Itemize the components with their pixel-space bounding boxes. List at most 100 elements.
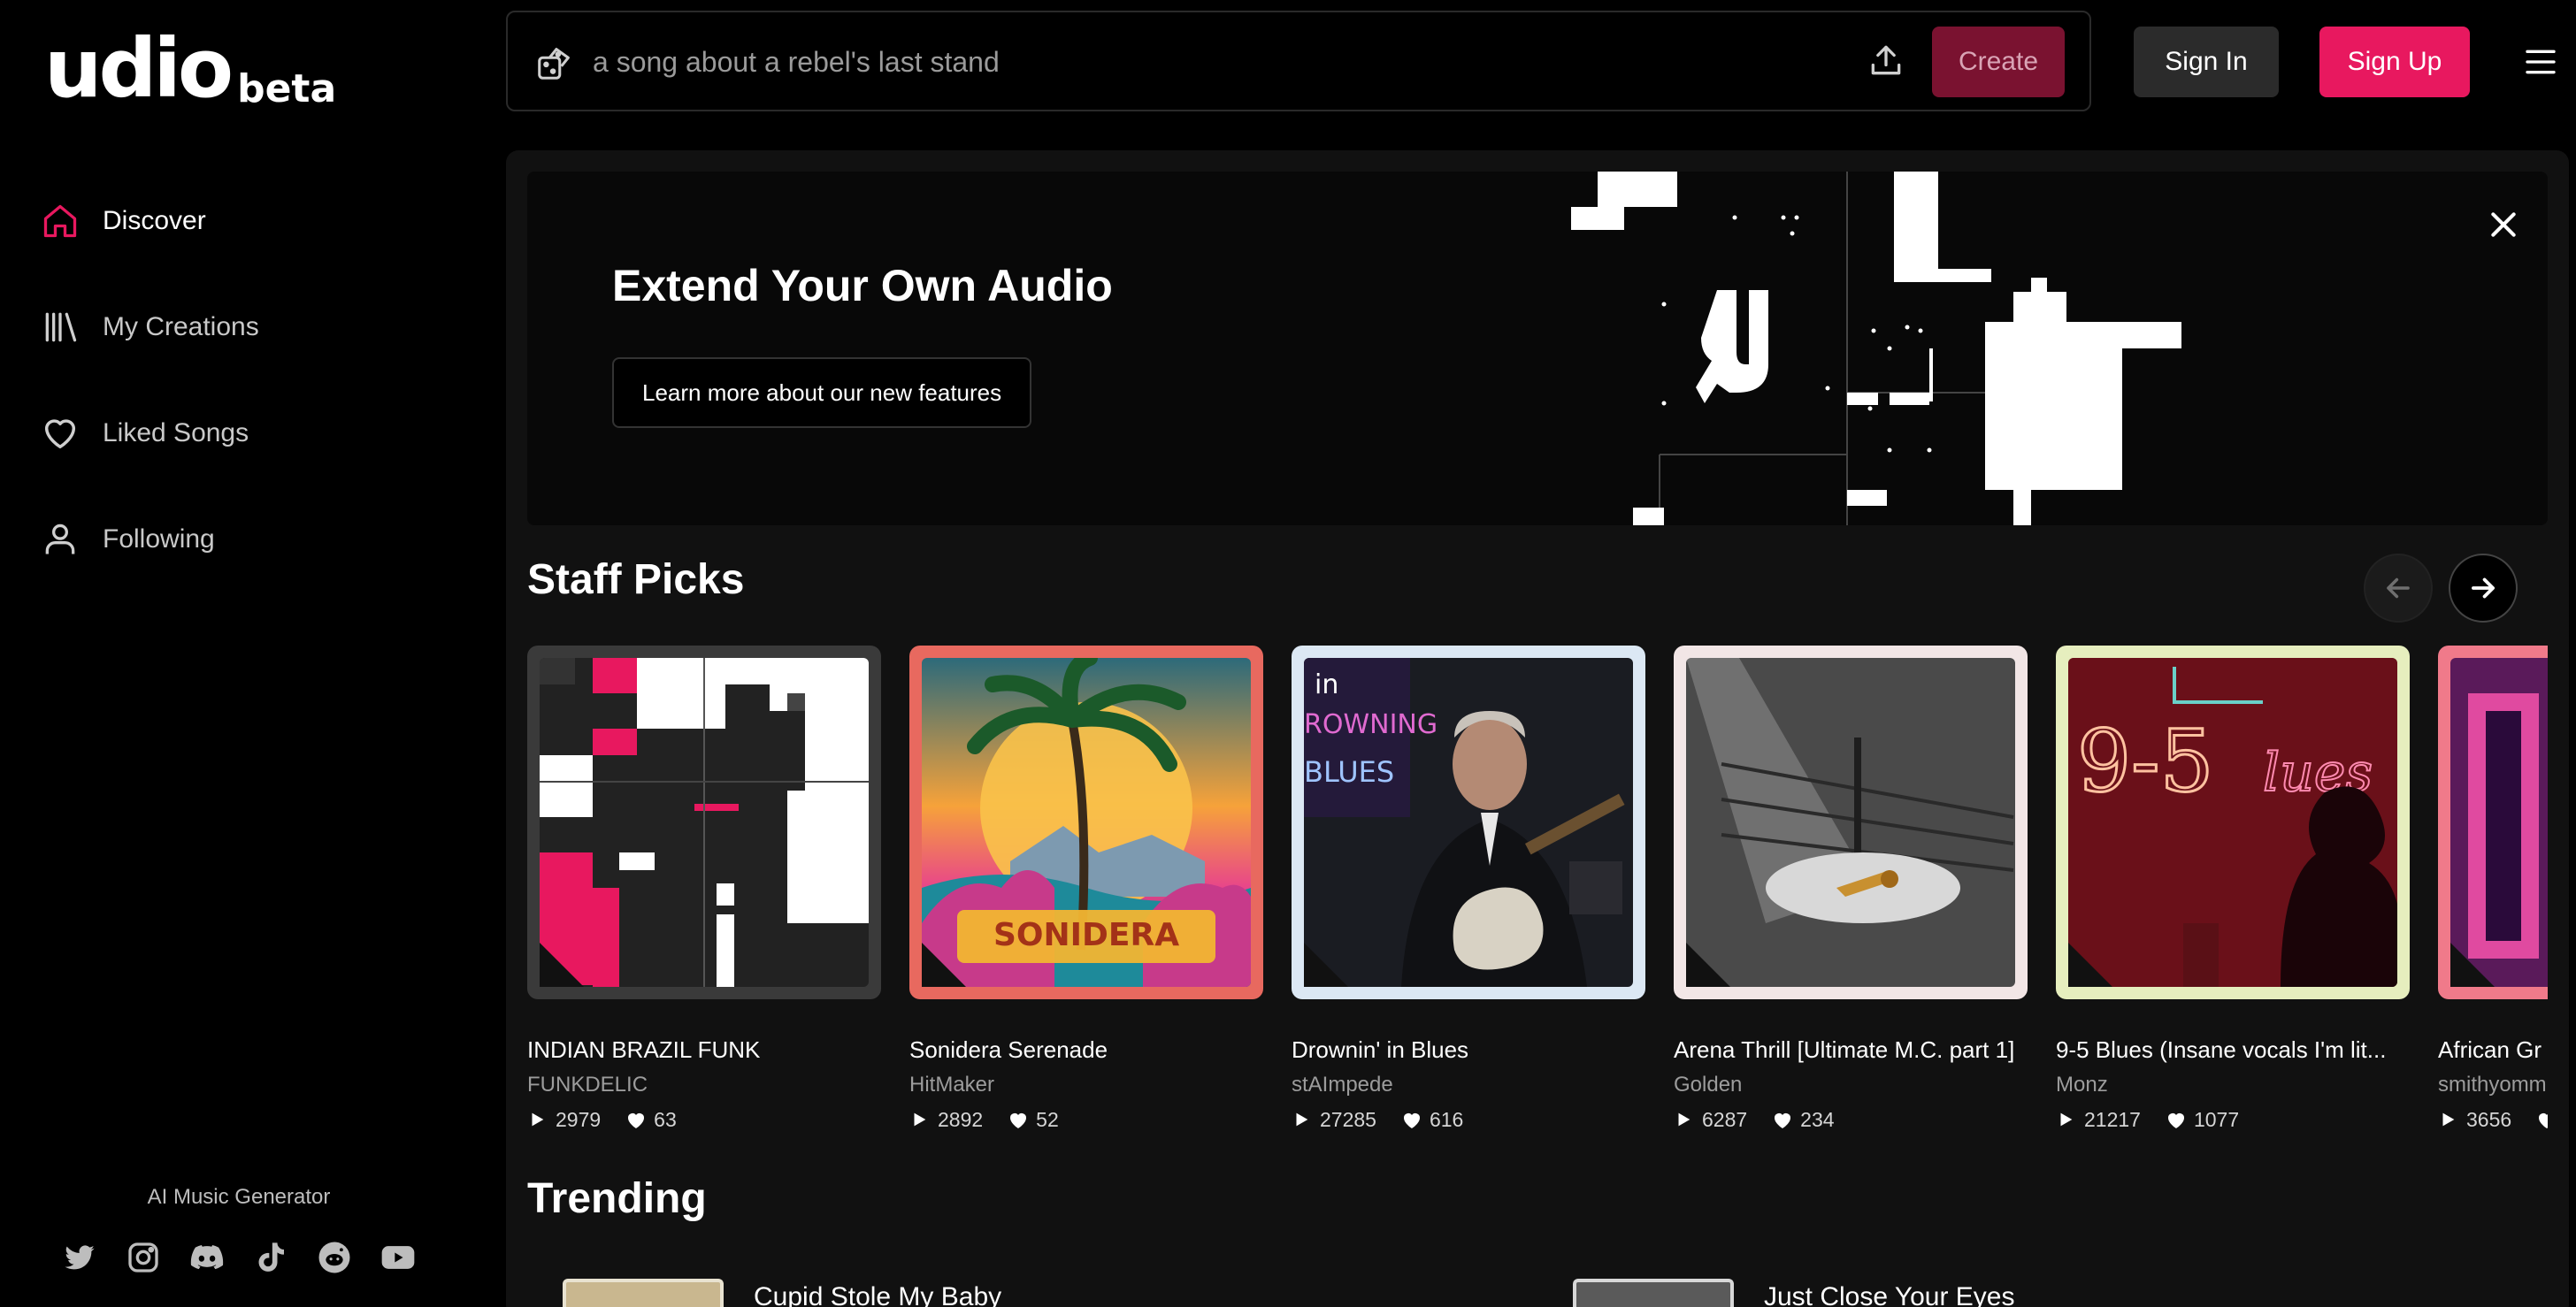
carousel-next-button[interactable] [2449,554,2518,623]
learn-more-button[interactable]: Learn more about our new features [612,357,1032,428]
sign-up-button[interactable]: Sign Up [2319,27,2470,97]
reddit-icon[interactable] [315,1238,354,1277]
cover-text: BLUES [1304,755,1394,789]
prompt-bar: Create [506,11,2091,111]
youtube-icon[interactable] [379,1238,418,1277]
song-card[interactable]: African Gr smithyomm 3656 [2438,646,2548,1132]
song-title[interactable]: 9-5 Blues (Insane vocals I'm lit... [2056,1036,2410,1064]
trending-song-title[interactable]: Cupid Stole My Baby [754,1282,1001,1307]
song-card[interactable]: in ROWNING BLUES Drownin' in Blues stAIm… [1292,646,1645,1132]
song-card[interactable]: Arena Thrill [Ultimate M.C. part 1] Gold… [1674,646,2028,1132]
song-card[interactable]: 9-5 lues 9-5 Blues (Insane vocals I'm li… [2056,646,2410,1132]
upload-icon[interactable] [1867,41,1909,83]
tiktok-icon[interactable] [251,1238,290,1277]
udio-logo[interactable]: udio beta [44,21,337,116]
sign-in-button[interactable]: Sign In [2134,27,2279,97]
banner-title: Extend Your Own Audio [612,261,1113,310]
song-card[interactable]: INDIAN BRAZIL FUNK FUNKDELIC 2979 63 [527,646,881,1132]
dice-icon[interactable] [534,42,575,83]
song-title[interactable]: INDIAN BRAZIL FUNK [527,1036,881,1064]
play-icon [527,1110,548,1131]
play-icon [1674,1110,1695,1131]
twitter-icon[interactable] [60,1238,99,1277]
song-stats: 6287 234 [1674,1108,2028,1132]
create-button[interactable]: Create [1932,27,2065,97]
like-count: 234 [1800,1108,1835,1131]
song-card[interactable]: SONIDERA Sonidera Serenade HitMaker 2892… [909,646,1263,1132]
footer-title: AI Music Generator [147,1185,331,1209]
play-icon [2056,1110,2077,1131]
sidebar-footer: AI Music Generator [0,1185,478,1277]
cover-text: SONIDERA [993,917,1179,953]
beta-badge: beta [237,66,337,111]
like-count: 52 [1036,1108,1059,1131]
discord-icon[interactable] [188,1238,226,1277]
heart-icon [1401,1110,1422,1131]
cover-art: SONIDERA [922,658,1251,987]
hamburger-menu-icon[interactable] [2523,44,2558,80]
prompt-input[interactable] [593,37,1831,87]
song-cover[interactable]: 9-5 lues [2056,646,2410,999]
like-count: 616 [1429,1108,1464,1131]
banner-artwork [1571,172,2181,525]
sidebar-item-following[interactable]: Following [39,486,481,592]
song-cover[interactable]: in ROWNING BLUES [1292,646,1645,999]
arrow-left-icon [2387,577,2410,599]
song-cover[interactable]: SONIDERA [909,646,1263,999]
trending-song-title[interactable]: Just Close Your Eyes [1764,1282,2015,1307]
carousel-prev-button[interactable] [2364,554,2433,623]
trending-thumbnail[interactable] [1573,1279,1734,1307]
play-icon [909,1110,931,1131]
logo-wordmark: udio [44,21,234,116]
song-title[interactable]: African Gr [2438,1036,2548,1064]
sidebar-item-label: Discover [103,206,206,235]
song-artist[interactable]: Golden [1674,1073,2028,1097]
play-count: 6287 [1702,1108,1748,1131]
play-icon [2438,1110,2459,1131]
sidebar-item-my-creations[interactable]: My Creations [39,274,481,380]
sidebar-item-label: Following [103,524,215,554]
close-icon[interactable] [2486,207,2525,246]
cover-corner-mark [1686,943,1730,987]
song-cover[interactable] [2438,646,2548,999]
cover-corner-mark [2450,943,2495,987]
instagram-icon[interactable] [124,1238,163,1277]
staff-picks-carousel: INDIAN BRAZIL FUNK FUNKDELIC 2979 63 SON… [527,646,2548,1141]
song-title[interactable]: Sonidera Serenade [909,1036,1263,1064]
trending-item[interactable]: Cupid Stole My Baby [563,1279,1001,1307]
play-icon [1292,1110,1313,1131]
trending-thumbnail[interactable] [563,1279,724,1307]
cover-art: 9-5 lues [2068,658,2397,987]
song-artist[interactable]: smithyomm [2438,1073,2548,1097]
heart-icon [625,1110,647,1131]
sidebar-item-liked-songs[interactable]: Liked Songs [39,380,481,486]
cover-corner-mark [540,943,584,987]
cover-text: ROWNING [1304,709,1438,740]
song-cover[interactable] [527,646,881,999]
sidebar-item-discover[interactable]: Discover [39,168,481,274]
song-artist[interactable]: HitMaker [909,1073,1263,1097]
play-count: 21217 [2084,1108,2141,1131]
song-stats: 2892 52 [909,1108,1263,1132]
library-icon [39,306,81,348]
song-artist[interactable]: stAImpede [1292,1073,1645,1097]
play-count: 2892 [938,1108,984,1131]
song-stats: 2979 63 [527,1108,881,1132]
song-title[interactable]: Arena Thrill [Ultimate M.C. part 1] [1674,1036,2028,1064]
song-artist[interactable]: Monz [2056,1073,2410,1097]
home-icon [39,200,81,242]
heart-icon [39,412,81,455]
heart-icon [1772,1110,1793,1131]
like-count: 63 [654,1108,677,1131]
play-count: 2979 [556,1108,602,1131]
song-title[interactable]: Drownin' in Blues [1292,1036,1645,1064]
cover-art: in ROWNING BLUES [1304,658,1633,987]
heart-icon [2536,1110,2548,1131]
song-cover[interactable] [1674,646,2028,999]
song-artist[interactable]: FUNKDELIC [527,1073,881,1097]
play-count: 27285 [1320,1108,1376,1131]
trending-title: Trending [527,1175,707,1222]
trending-item[interactable]: Just Close Your Eyes [1573,1279,2015,1307]
staff-picks-title: Staff Picks [527,556,745,603]
song-stats: 21217 1077 [2056,1108,2410,1132]
